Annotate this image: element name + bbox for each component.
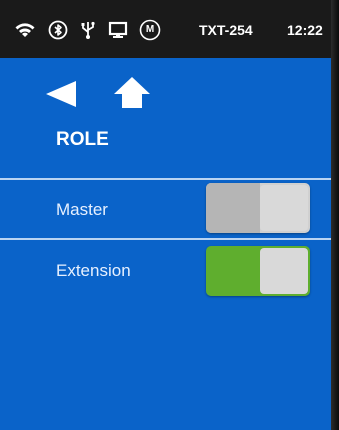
back-arrow-icon bbox=[46, 81, 76, 107]
master-toggle-off-fill bbox=[206, 183, 260, 233]
device: M TXT-254 12:22 ROLE Master Extension bbox=[0, 0, 339, 430]
usb-icon bbox=[79, 20, 97, 40]
bluetooth-icon bbox=[48, 20, 68, 40]
extension-toggle-knob bbox=[260, 248, 308, 294]
extension-toggle[interactable] bbox=[206, 246, 310, 296]
display-icon bbox=[108, 20, 128, 40]
clock: 12:22 bbox=[287, 22, 323, 38]
device-frame-edge bbox=[331, 0, 339, 430]
device-id: TXT-254 bbox=[199, 22, 253, 38]
master-label: Master bbox=[56, 200, 108, 219]
master-toggle-knob bbox=[260, 185, 308, 231]
divider-middle bbox=[0, 238, 331, 240]
motor-badge-label: M bbox=[145, 24, 155, 35]
status-bar: M TXT-254 12:22 bbox=[0, 0, 331, 58]
master-toggle[interactable] bbox=[206, 183, 310, 233]
divider-top bbox=[0, 178, 331, 180]
home-icon bbox=[114, 77, 150, 108]
back-button[interactable] bbox=[44, 80, 78, 108]
page-title: ROLE bbox=[56, 129, 109, 150]
motor-icon: M bbox=[139, 19, 161, 41]
home-button[interactable] bbox=[112, 75, 152, 109]
screen: M TXT-254 12:22 ROLE Master Extension bbox=[0, 0, 331, 430]
extension-label: Extension bbox=[56, 261, 131, 280]
wifi-icon bbox=[14, 20, 36, 40]
